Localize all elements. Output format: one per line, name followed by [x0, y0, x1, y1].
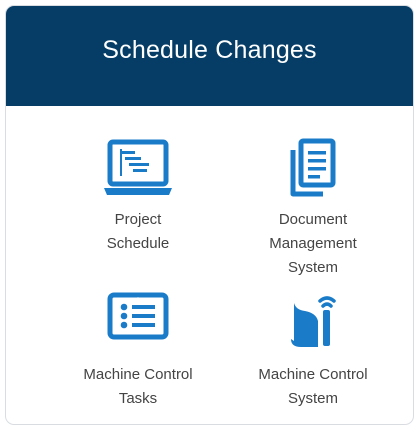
task-list-tablet-icon: [107, 292, 169, 340]
schedule-changes-card: Schedule Changes Project Schedule Docume…: [5, 5, 414, 425]
machine-control-device-icon: [291, 296, 336, 347]
card-title: Schedule Changes: [102, 35, 317, 64]
project-schedule-label: Project Schedule: [106, 211, 170, 252]
document-management-label: Document Management System: [269, 211, 357, 276]
machine-control-tasks-label: Machine Control Tasks: [83, 366, 193, 407]
documents-icon: [290, 138, 336, 197]
machine-control-system-label: Machine Control System: [258, 366, 368, 407]
card-header: Schedule Changes: [6, 6, 413, 106]
laptop-gantt-icon: [104, 139, 172, 195]
